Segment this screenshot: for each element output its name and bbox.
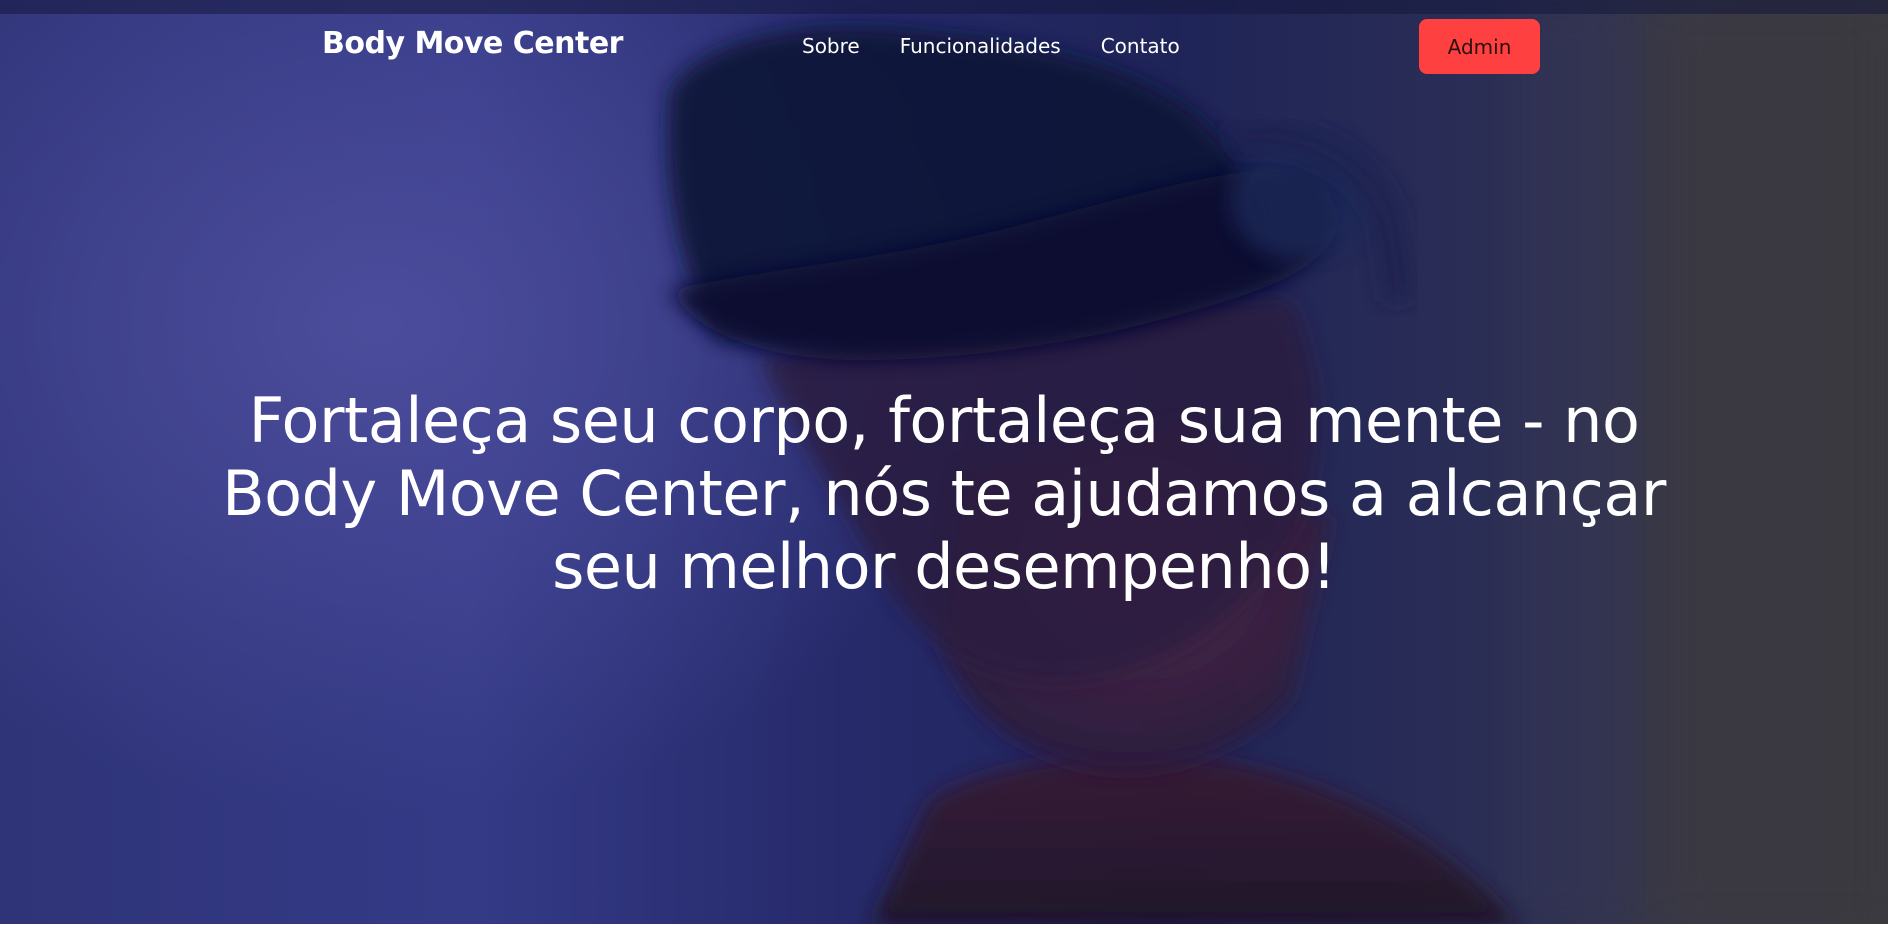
brand-logo-link[interactable]: Body Move Center [322, 26, 623, 61]
nav-link-sobre[interactable]: Sobre [802, 34, 860, 58]
nav-link-funcionalidades[interactable]: Funcionalidades [900, 34, 1061, 58]
admin-button[interactable]: Admin [1419, 19, 1540, 74]
nav-link-contato[interactable]: Contato [1101, 34, 1180, 58]
nav-links: Sobre Funcionalidades Contato [802, 34, 1180, 58]
top-navbar: Body Move Center Sobre Funcionalidades C… [0, 0, 1888, 94]
hero-headline: Fortaleça seu corpo, fortaleça sua mente… [222, 384, 1666, 603]
